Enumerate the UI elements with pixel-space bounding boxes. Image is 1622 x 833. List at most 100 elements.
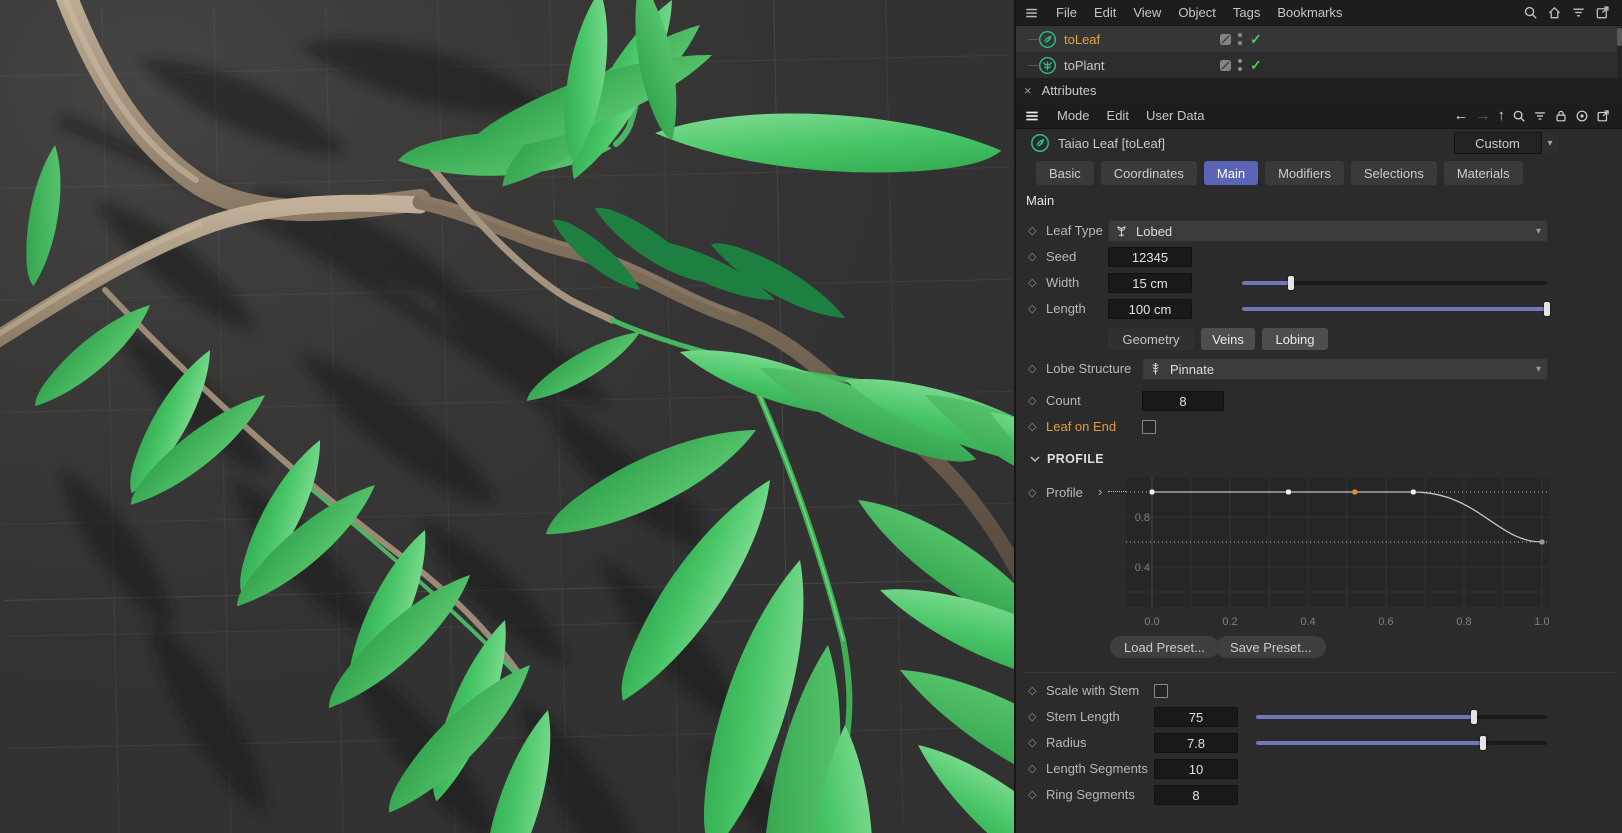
count-input[interactable]: 8: [1142, 391, 1224, 411]
seed-input[interactable]: 12345: [1108, 247, 1192, 267]
menu-edit[interactable]: Edit: [1107, 108, 1129, 123]
close-icon[interactable]: ×: [1024, 83, 1032, 98]
key-diamond-icon[interactable]: ◇: [1028, 736, 1036, 749]
object-header: Taiao Leaf [toLeaf] Custom ▾: [1016, 130, 1622, 156]
record-target-icon[interactable]: [1575, 109, 1589, 123]
key-diamond-icon[interactable]: ◇: [1028, 486, 1036, 499]
object-manager-scrollbar[interactable]: [1617, 27, 1622, 78]
key-diamond-icon[interactable]: ◇: [1028, 224, 1036, 237]
tab-main[interactable]: Main: [1203, 161, 1259, 185]
row-leaf-type: ◇ Leaf Type Lobed ▾: [1016, 218, 1622, 244]
tab-selections[interactable]: Selections: [1350, 161, 1437, 185]
object-row-toleaf[interactable]: toLeaf ✓: [1016, 26, 1622, 52]
stem-length-input[interactable]: 75: [1154, 707, 1238, 727]
key-diamond-icon[interactable]: ◇: [1028, 276, 1036, 289]
profile-group-label: PROFILE: [1047, 452, 1104, 466]
filter-icon[interactable]: [1533, 109, 1547, 123]
object-label[interactable]: toLeaf: [1064, 32, 1100, 47]
lobe-structure-value: Pinnate: [1170, 361, 1215, 377]
veins-button[interactable]: Veins: [1201, 328, 1255, 350]
forward-icon[interactable]: →: [1476, 108, 1491, 123]
length-segments-input[interactable]: 10: [1154, 759, 1238, 779]
enabled-check-icon[interactable]: ✓: [1250, 57, 1262, 74]
slider-knob[interactable]: [1479, 736, 1486, 750]
length-input[interactable]: 100 cm: [1108, 299, 1192, 319]
menu-bookmarks[interactable]: Bookmarks: [1277, 5, 1342, 20]
slider-knob[interactable]: [1544, 302, 1550, 316]
radius-slider[interactable]: [1256, 736, 1547, 750]
slider-knob[interactable]: [1471, 710, 1478, 724]
lock-icon[interactable]: [1554, 109, 1568, 123]
back-icon[interactable]: ←: [1454, 108, 1469, 123]
key-diamond-icon[interactable]: ◇: [1028, 420, 1036, 433]
key-diamond-icon[interactable]: ◇: [1028, 250, 1036, 263]
profile-curve-svg[interactable]: 0.8 0.4 0.0 0.2 0.4 0.6 0.8 1.0: [1126, 478, 1550, 631]
profile-curve-editor[interactable]: 0.8 0.4 0.0 0.2 0.4 0.6 0.8 1.0: [1126, 478, 1550, 631]
lobe-structure-dropdown[interactable]: Pinnate ▾: [1142, 358, 1548, 380]
key-diamond-icon[interactable]: ◇: [1028, 362, 1036, 375]
menu-tags[interactable]: Tags: [1233, 5, 1260, 20]
row-presets: Load Preset... Save Preset...: [1016, 636, 1622, 662]
key-diamond-icon[interactable]: ◇: [1028, 302, 1036, 315]
menu-object[interactable]: Object: [1178, 5, 1216, 20]
up-icon[interactable]: ↑: [1498, 108, 1506, 123]
home-icon[interactable]: [1547, 5, 1562, 20]
key-diamond-icon[interactable]: ◇: [1028, 684, 1036, 697]
stem-length-slider[interactable]: [1256, 710, 1547, 724]
leaf-object-icon[interactable]: [1038, 30, 1057, 49]
visibility-dots-icon[interactable]: [1237, 31, 1243, 48]
key-diamond-icon[interactable]: ◇: [1028, 710, 1036, 723]
load-preset-button[interactable]: Load Preset...: [1110, 636, 1219, 658]
menu-mode[interactable]: Mode: [1057, 108, 1090, 123]
save-preset-button[interactable]: Save Preset...: [1216, 636, 1326, 658]
tab-basic[interactable]: Basic: [1036, 161, 1094, 185]
width-slider[interactable]: [1242, 276, 1547, 290]
width-input[interactable]: 15 cm: [1108, 273, 1192, 293]
visibility-dots-icon[interactable]: [1237, 57, 1243, 74]
row-lobe-structure: ◇ Lobe Structure Pinnate ▾: [1016, 356, 1622, 382]
tree-connector: [1028, 64, 1038, 66]
new-window-icon[interactable]: [1595, 5, 1610, 20]
geometry-button[interactable]: Geometry: [1108, 328, 1194, 350]
leaf-type-dropdown[interactable]: Lobed ▾: [1108, 220, 1548, 242]
chevron-down-icon[interactable]: ▾: [1541, 132, 1558, 154]
field-label: Lobe Structure: [1046, 361, 1132, 376]
filter-icon[interactable]: [1571, 5, 1586, 20]
menu-view[interactable]: View: [1133, 5, 1161, 20]
search-icon[interactable]: [1512, 109, 1526, 123]
plant-object-icon[interactable]: [1038, 56, 1057, 75]
svg-text:0.2: 0.2: [1222, 616, 1237, 628]
radius-input[interactable]: 7.8: [1154, 733, 1238, 753]
menu-edit[interactable]: Edit: [1094, 5, 1116, 20]
key-diamond-icon[interactable]: ◇: [1028, 394, 1036, 407]
layer-icon[interactable]: [1219, 59, 1232, 72]
row-count: ◇ Count 8: [1016, 388, 1622, 414]
new-window-icon[interactable]: [1596, 109, 1610, 123]
slider-knob[interactable]: [1287, 276, 1294, 290]
ring-segments-input[interactable]: 8: [1154, 785, 1238, 805]
lobing-button[interactable]: Lobing: [1262, 328, 1328, 350]
viewport-3d[interactable]: [0, 0, 1014, 833]
length-slider[interactable]: [1242, 302, 1550, 316]
tab-modifiers[interactable]: Modifiers: [1265, 161, 1344, 185]
preset-dropdown[interactable]: Custom ▾: [1454, 132, 1558, 154]
menu-file[interactable]: File: [1056, 5, 1077, 20]
hamburger-menu-icon[interactable]: [1024, 6, 1039, 20]
profile-expand-icon[interactable]: ›: [1098, 484, 1102, 499]
layer-icon[interactable]: [1219, 33, 1232, 46]
enabled-check-icon[interactable]: ✓: [1250, 31, 1262, 48]
collapse-caret-icon[interactable]: [1030, 455, 1040, 463]
menu-user-data[interactable]: User Data: [1146, 108, 1205, 123]
tab-materials[interactable]: Materials: [1443, 161, 1523, 185]
object-label[interactable]: toPlant: [1064, 58, 1104, 73]
object-row-toplant[interactable]: toPlant ✓: [1016, 52, 1622, 78]
hamburger-menu-icon[interactable]: [1024, 109, 1040, 123]
key-diamond-icon[interactable]: ◇: [1028, 788, 1036, 801]
tab-coordinates[interactable]: Coordinates: [1100, 161, 1197, 185]
scale-with-stem-checkbox[interactable]: [1154, 684, 1168, 698]
leaf-on-end-checkbox[interactable]: [1142, 420, 1156, 434]
key-diamond-icon[interactable]: ◇: [1028, 762, 1036, 775]
profile-group-header[interactable]: PROFILE: [1030, 452, 1104, 466]
search-icon[interactable]: [1523, 5, 1538, 20]
field-label: Leaf on End: [1046, 419, 1117, 434]
